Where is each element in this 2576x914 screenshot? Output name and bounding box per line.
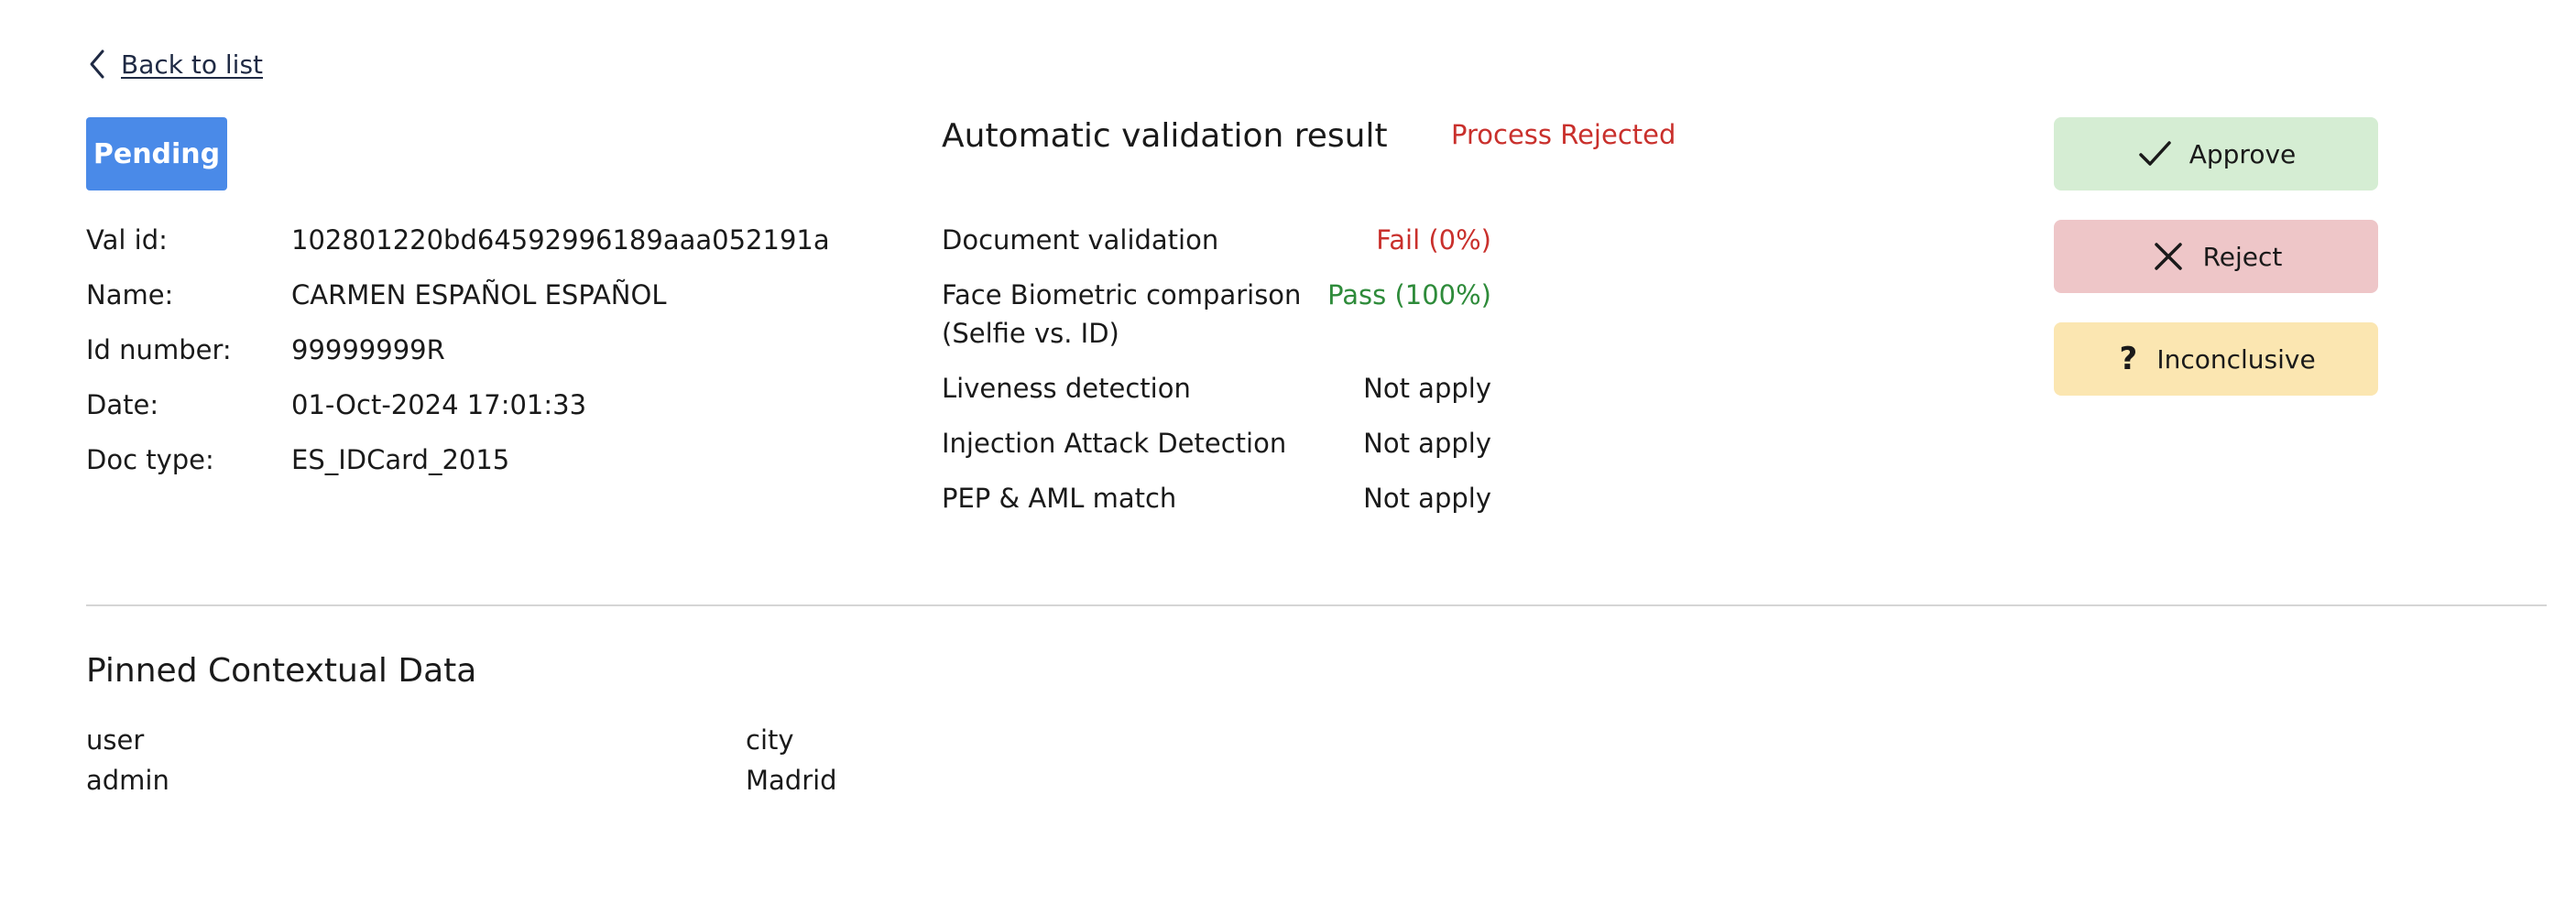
context-column-user: user admin: [86, 720, 169, 800]
automatic-validation-result: Process Rejected: [1451, 119, 1676, 150]
check-row-face-biometric: Face Biometric comparison (Selfie vs. ID…: [942, 267, 1491, 361]
check-row-injection-attack: Injection Attack Detection Not apply: [942, 416, 1491, 471]
check-row-document-validation: Document validation Fail (0%): [942, 212, 1491, 267]
question-icon: ?: [2119, 341, 2138, 377]
check-label: Injection Attack Detection: [942, 428, 1287, 459]
info-label: Name:: [86, 279, 174, 310]
context-value: Madrid: [746, 765, 837, 796]
info-label: Date:: [86, 389, 159, 420]
check-label: Liveness detection: [942, 373, 1191, 404]
info-value: CARMEN ESPAÑOL ESPAÑOL: [291, 279, 667, 310]
check-icon: [2138, 141, 2171, 166]
check-value: Not apply: [1363, 428, 1491, 459]
pinned-data-title: Pinned Contextual Data: [86, 652, 477, 690]
section-divider: [86, 604, 2547, 606]
check-value: Not apply: [1363, 373, 1491, 404]
info-label: Val id:: [86, 224, 168, 256]
x-icon: [2154, 243, 2182, 270]
info-row-id-number: Id number: 99999999R: [86, 322, 830, 377]
check-label: Face Biometric comparison (Selfie vs. ID…: [942, 279, 1302, 349]
info-row-name: Name: CARMEN ESPAÑOL ESPAÑOL: [86, 267, 830, 322]
check-value: Pass (100%): [1327, 279, 1491, 310]
check-label: Document validation: [942, 224, 1219, 256]
info-value: ES_IDCard_2015: [291, 444, 510, 475]
context-header: city: [746, 724, 794, 756]
reject-label: Reject: [2202, 241, 2283, 272]
reject-button[interactable]: Reject: [2054, 220, 2378, 293]
check-value: Fail (0%): [1376, 224, 1491, 256]
info-label: Id number:: [86, 334, 232, 365]
check-value: Not apply: [1363, 483, 1491, 514]
check-label: PEP & AML match: [942, 483, 1177, 514]
chevron-left-icon: [90, 49, 104, 79]
approve-label: Approve: [2189, 138, 2297, 169]
status-badge: Pending: [86, 117, 227, 190]
info-value: 102801220bd64592996189aaa052191a: [291, 224, 830, 256]
validation-info: Val id: 102801220bd64592996189aaa052191a…: [86, 212, 830, 487]
info-row-val-id: Val id: 102801220bd64592996189aaa052191a: [86, 212, 830, 267]
check-row-pep-aml: PEP & AML match Not apply: [942, 471, 1491, 526]
info-value: 99999999R: [291, 334, 445, 365]
back-to-list-link[interactable]: Back to list: [86, 48, 263, 81]
back-to-list-label: Back to list: [121, 49, 264, 80]
inconclusive-label: Inconclusive: [2156, 343, 2316, 375]
info-value: 01-Oct-2024 17:01:33: [291, 389, 587, 420]
info-label: Doc type:: [86, 444, 214, 475]
info-row-date: Date: 01-Oct-2024 17:01:33: [86, 377, 830, 432]
approve-button[interactable]: Approve: [2054, 117, 2378, 190]
inconclusive-button[interactable]: ? Inconclusive: [2054, 322, 2378, 396]
check-row-liveness: Liveness detection Not apply: [942, 361, 1491, 416]
context-column-city: city Madrid: [746, 720, 837, 800]
info-row-doc-type: Doc type: ES_IDCard_2015: [86, 432, 830, 487]
automatic-validation-title: Automatic validation result: [942, 117, 1388, 155]
context-value: admin: [86, 765, 169, 796]
context-header: user: [86, 724, 145, 756]
validation-checks: Document validation Fail (0%) Face Biome…: [942, 212, 1491, 526]
